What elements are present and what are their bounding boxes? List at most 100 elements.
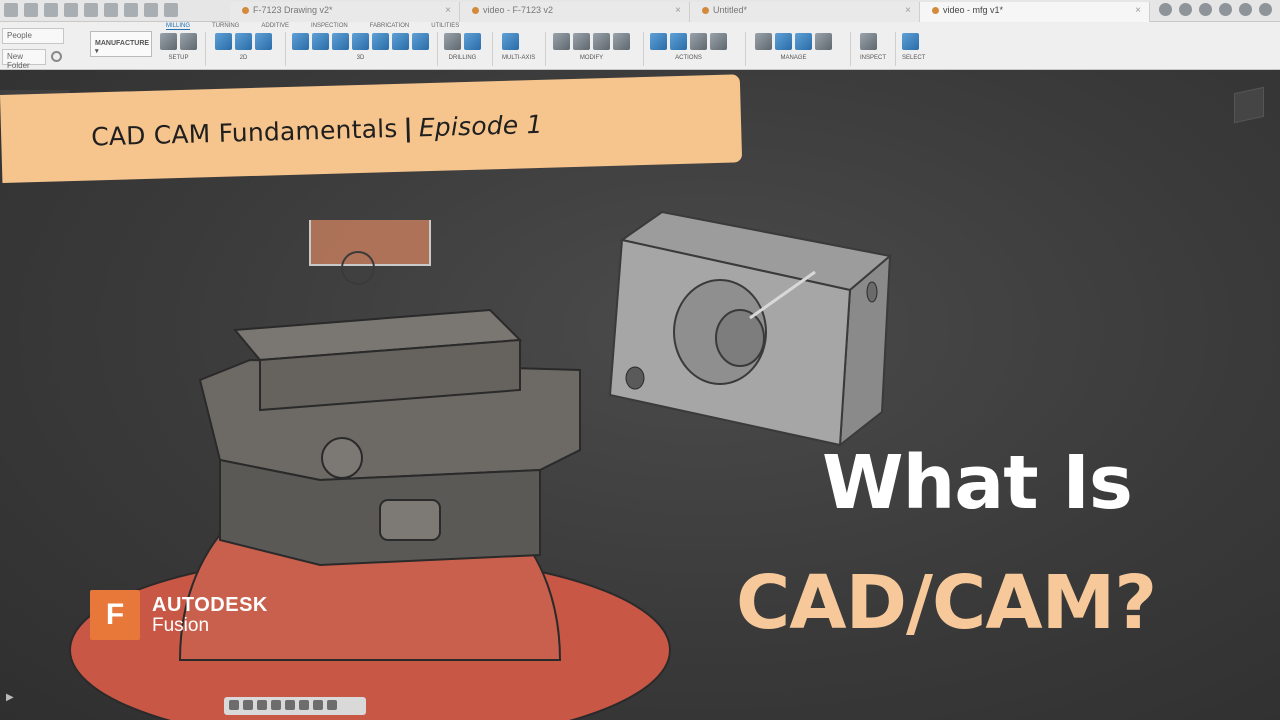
grid-settings-icon[interactable]	[313, 700, 323, 710]
people-field[interactable]: People	[2, 28, 64, 44]
setup-group[interactable]: SETUP	[160, 33, 197, 67]
tab-milling[interactable]: MILLING	[166, 23, 191, 30]
close-tab-icon[interactable]: ×	[1135, 5, 1141, 16]
close-icon[interactable]	[44, 3, 58, 17]
title-bar: F-7123 Drawing v2* × video - F-7123 v2 × U…	[0, 0, 1280, 22]
toolbar-ribbon: People New Folder MANUFACTURE ▾ MILLING …	[0, 22, 1280, 70]
close-tab-icon[interactable]: ×	[445, 5, 451, 16]
actions-group[interactable]: ACTIONS	[650, 33, 727, 67]
tab-additive[interactable]: ADDITIVE	[261, 23, 289, 30]
series-title: CAD CAM Fundamentals	[90, 113, 398, 152]
divider	[895, 32, 896, 66]
setup-sheet-icon[interactable]	[710, 33, 727, 50]
post-library-icon[interactable]	[815, 33, 832, 50]
verify-icon[interactable]	[670, 33, 687, 50]
drilling-group[interactable]: DRILLING	[444, 33, 481, 67]
jobs-icon[interactable]	[1199, 3, 1212, 16]
measure-icon[interactable]	[860, 33, 877, 50]
steep-shallow-icon[interactable]	[332, 33, 349, 50]
refresh-icon[interactable]	[4, 3, 18, 17]
undo-icon[interactable]	[124, 3, 138, 17]
document-tab[interactable]: Untitled* ×	[690, 2, 920, 22]
document-icon	[932, 7, 939, 15]
viewports-icon[interactable]	[327, 700, 337, 710]
look-at-icon[interactable]	[243, 700, 253, 710]
setup-icon[interactable]	[180, 33, 197, 50]
episode-label: Episode 1	[418, 109, 544, 143]
fusion-logo-icon: F	[90, 590, 140, 640]
thread-icon[interactable]	[464, 33, 481, 50]
face-icon[interactable]	[255, 33, 272, 50]
flow-icon[interactable]	[412, 33, 429, 50]
parallel-icon[interactable]	[392, 33, 409, 50]
3d-group[interactable]: 3D	[292, 33, 429, 67]
save-icon[interactable]	[104, 3, 118, 17]
zoom-icon[interactable]	[271, 700, 281, 710]
fit-icon[interactable]	[285, 700, 295, 710]
workspace-switcher[interactable]: MANUFACTURE ▾	[90, 31, 152, 57]
grid-icon[interactable]	[64, 3, 78, 17]
play-icon[interactable]: ▶	[6, 692, 14, 703]
pan-icon[interactable]	[257, 700, 267, 710]
headline-line-2: CAD/CAM?	[736, 560, 1157, 646]
drill-icon[interactable]	[444, 33, 461, 50]
trim-icon[interactable]	[573, 33, 590, 50]
2d-pocket-icon[interactable]	[215, 33, 232, 50]
vise-assembly	[69, 220, 671, 720]
divider	[643, 32, 644, 66]
file-icon[interactable]	[84, 3, 98, 17]
close-tab-icon[interactable]: ×	[905, 5, 911, 16]
gear-icon[interactable]	[51, 51, 62, 62]
adaptive-clearing-icon[interactable]	[292, 33, 309, 50]
pattern-icon[interactable]	[613, 33, 630, 50]
add-tab-icon[interactable]	[1159, 3, 1172, 16]
divider	[545, 32, 546, 66]
modify-group[interactable]: MODIFY	[553, 33, 630, 67]
divider	[437, 32, 438, 66]
close-tab-icon[interactable]: ×	[675, 5, 681, 16]
scallop-icon[interactable]	[352, 33, 369, 50]
tab-utilities[interactable]: UTILITIES	[431, 23, 459, 30]
inspect-group[interactable]: INSPECT	[860, 33, 886, 67]
contour-icon[interactable]	[372, 33, 389, 50]
folder-icon[interactable]	[160, 33, 177, 50]
2d-adaptive-icon[interactable]	[235, 33, 252, 50]
swarf-icon[interactable]	[502, 33, 519, 50]
orbit-icon[interactable]	[229, 700, 239, 710]
tool-library-icon[interactable]	[755, 33, 772, 50]
notifications-icon[interactable]	[1219, 3, 1232, 16]
separator: |	[403, 113, 414, 143]
view-cube[interactable]	[1234, 86, 1264, 124]
divider	[205, 32, 206, 66]
logo-product: Fusion	[152, 614, 210, 636]
quick-access-toolbar	[4, 3, 178, 17]
document-tab[interactable]: video - F-7123 v2 ×	[460, 2, 690, 22]
display-settings-icon[interactable]	[299, 700, 309, 710]
document-tab-active[interactable]: video - mfg v1* ×	[920, 2, 1150, 22]
divider	[850, 32, 851, 66]
avatar[interactable]	[1259, 3, 1272, 16]
select-group[interactable]: SELECT	[902, 33, 925, 67]
tab-inspection[interactable]: INSPECTION	[311, 23, 348, 30]
search-icon[interactable]	[24, 3, 38, 17]
tab-fabrication[interactable]: FABRICATION	[370, 23, 410, 30]
cursor-icon[interactable]	[902, 33, 919, 50]
document-tab[interactable]: F-7123 Drawing v2* ×	[230, 2, 460, 22]
2d-group[interactable]: 2D	[215, 33, 272, 67]
multi-axis-group[interactable]: MULTI-AXIS	[502, 33, 535, 67]
reorder-icon[interactable]	[593, 33, 610, 50]
redo-icon[interactable]	[144, 3, 158, 17]
extensions-icon[interactable]	[1179, 3, 1192, 16]
help-icon[interactable]	[1239, 3, 1252, 16]
modify-icon[interactable]	[553, 33, 570, 50]
machine-library-icon[interactable]	[775, 33, 792, 50]
simulate-icon[interactable]	[650, 33, 667, 50]
manage-group[interactable]: MANAGE	[755, 33, 832, 67]
post-process-icon[interactable]	[690, 33, 707, 50]
pocket-clearing-icon[interactable]	[312, 33, 329, 50]
document-icon	[242, 7, 249, 15]
new-folder-button[interactable]: New Folder	[2, 49, 46, 70]
home-icon[interactable]	[164, 3, 178, 17]
template-library-icon[interactable]	[795, 33, 812, 50]
tab-turning[interactable]: TURNING	[212, 23, 239, 30]
